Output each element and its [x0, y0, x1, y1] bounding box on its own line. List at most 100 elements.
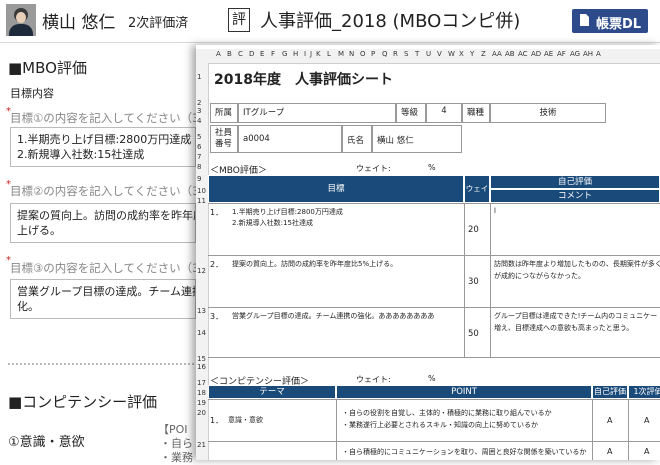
column-letter: A [216, 50, 221, 58]
row-number: 19 [197, 399, 206, 407]
column-letter: X [459, 50, 464, 58]
goal-1-textarea[interactable]: 1.半期売り上げ目標:2800万円達成 2.新規導入社数:15社達成 [10, 127, 196, 167]
weight-label: ウェイト: [356, 164, 391, 173]
column-letter: AH [583, 50, 594, 58]
divider [8, 363, 198, 365]
emp-no-value: a0004 [238, 125, 342, 153]
name-label: 氏名 [342, 125, 372, 153]
comp-point: ・自ら積極的にコミュニケーションを取り、周囲と良好な関係を築いているか [342, 448, 587, 456]
column-letter: S [404, 50, 409, 58]
row-number: 13 [197, 307, 206, 315]
point-fragment: ・業務 [160, 451, 193, 464]
evaluation-doc-icon: 評 [228, 8, 250, 32]
goal-line: 提案の質向上。訪問の成約率を昨年度比5%上げる。 [232, 260, 398, 268]
comp-self-score: A [607, 447, 613, 456]
goal-weight: 30 [468, 277, 479, 287]
grade-label: 等級 [396, 103, 426, 123]
weight-label: ウェイト: [356, 375, 391, 384]
download-report-button[interactable]: 帳票DL [572, 9, 648, 33]
column-letter: C [238, 50, 243, 58]
column-letter: AF [557, 50, 566, 58]
column-letter: T [415, 50, 420, 58]
name-value: 横山 悠仁 [372, 125, 462, 153]
mbo-subheading: 目標内容 [10, 87, 54, 100]
column-letter: P [371, 50, 376, 58]
row-number: 20 [197, 409, 206, 417]
goal-3-textarea[interactable]: 営業グループ目標の達成。チーム連携 化。 [10, 279, 196, 319]
dept-value: ITグループ [238, 103, 396, 123]
download-label: 帳票DL [596, 17, 642, 32]
column-letter: J [310, 50, 313, 58]
competency-heading: ■コンピテンシー評価 [8, 393, 158, 411]
goal-comment: が成約につながらなかった。 [494, 272, 585, 280]
row-number: 9 [197, 175, 202, 183]
avatar [6, 4, 36, 36]
row-number: 2 [197, 99, 202, 107]
comp-point: ・自らの役割を自覚し、主体的・積極的に業務に取り組んでいるか [342, 409, 552, 417]
comp-theme: 意識・意欲 [228, 416, 263, 424]
comp-self-score: A [607, 416, 613, 425]
percent-sign: % [428, 163, 436, 172]
goal-3-placeholder: 目標③の内容を記入してください（300 [10, 261, 215, 275]
evaluation-status: 2次評価済 [128, 16, 189, 31]
column-letter: AB [505, 50, 515, 58]
percent-sign: % [428, 374, 436, 383]
goal-column-header: 目標 [208, 175, 464, 203]
job-label: 職種 [462, 103, 490, 123]
goal-row-number: 3． [210, 312, 224, 321]
dept-label: 所属 [210, 103, 238, 123]
first-eval-header: 1次評価 [628, 385, 660, 399]
user-name: 横山 悠仁 [42, 13, 116, 33]
column-letter: A [596, 50, 601, 58]
comp-point: ・業務遂行上必要とされるスキル・知識の向上に努めているか [342, 421, 538, 429]
row-number: 21 [197, 441, 206, 449]
goal-weight: 20 [468, 225, 479, 235]
comment-column-header: コメント [490, 189, 660, 203]
goal-comment: 訪問数は昨年度より増加したものの、長期案件が多く [494, 260, 660, 268]
document-title: 人事評価_2018 (MBOコンピ併) [260, 11, 521, 32]
row-number: 1 [197, 73, 202, 81]
column-letter: R [393, 50, 398, 58]
goal-1-placeholder: 目標①の内容を記入してください（300 [10, 111, 215, 125]
column-letter: N [349, 50, 355, 58]
goal-line: 2.新規導入社数:15社達成 [232, 219, 313, 227]
column-letter: Z [481, 50, 486, 58]
column-letter: V [437, 50, 442, 58]
goal-comment: l [494, 207, 496, 215]
row-number: 16 [197, 363, 206, 371]
goal-comment: グループ目標は達成できた!チーム内のコミュニケー [494, 312, 658, 320]
document-icon [580, 14, 589, 26]
goal-row-number: 2． [210, 260, 224, 269]
column-letter: W [448, 50, 455, 58]
row-number: 8 [197, 163, 202, 171]
row-number: 7 [197, 153, 202, 161]
column-letter: H [293, 50, 299, 58]
goal-line: 営業グループ目標の達成。チーム連携の強化。ああああああああ [232, 312, 435, 320]
grade-value: 4 [426, 103, 462, 123]
point-column-header: POINT [336, 385, 592, 399]
goal-2-placeholder: 目標②の内容を記入してください（300 [10, 184, 215, 198]
row-number: 17 [197, 379, 206, 387]
column-letter: AC [518, 50, 528, 58]
column-letter: E [260, 50, 265, 58]
column-letter: M [338, 50, 345, 58]
row-number: 4 [197, 117, 202, 125]
row-number: 12 [197, 267, 206, 275]
goal-line: 1.半期売り上げ目標:2800万円達成 [232, 208, 343, 216]
column-letter: U [426, 50, 432, 58]
weight-column-header: ウェイト [464, 175, 490, 219]
column-letter: G [282, 50, 288, 58]
column-letter: L [327, 50, 331, 58]
column-headers: A B C D E F G H I J K L M N O P Q R S T U V W X Y Z AA AB AC AD AE AF AG… [196, 49, 660, 64]
row-number: 3 [197, 107, 202, 115]
column-letter: Y [470, 50, 475, 58]
column-letter: AD [531, 50, 542, 58]
comp-row-number: 1． [210, 416, 224, 425]
column-letter: F [271, 50, 276, 58]
column-letter: K [316, 50, 321, 58]
goal-2-textarea[interactable]: 提案の質向上。訪問の成約率を昨年度 上げる。 [10, 203, 196, 243]
spreadsheet-preview[interactable]: A B C D E F G H I J K L M N O P Q R S T U V W X Y Z AA AB AC AD AE AF AG… [196, 45, 660, 460]
app-header: 横山 悠仁 2次評価済 評 人事評価_2018 (MBOコンピ併) 帳票DL [0, 0, 660, 43]
row-numbers: 1 2 3 4 5 6 7 8 9 10 11 12 13 14 15 16 17 18 19 20 21 [196, 63, 209, 460]
goal-comment: 増え、目標達成への意欲も高まったと思う。 [494, 324, 634, 332]
